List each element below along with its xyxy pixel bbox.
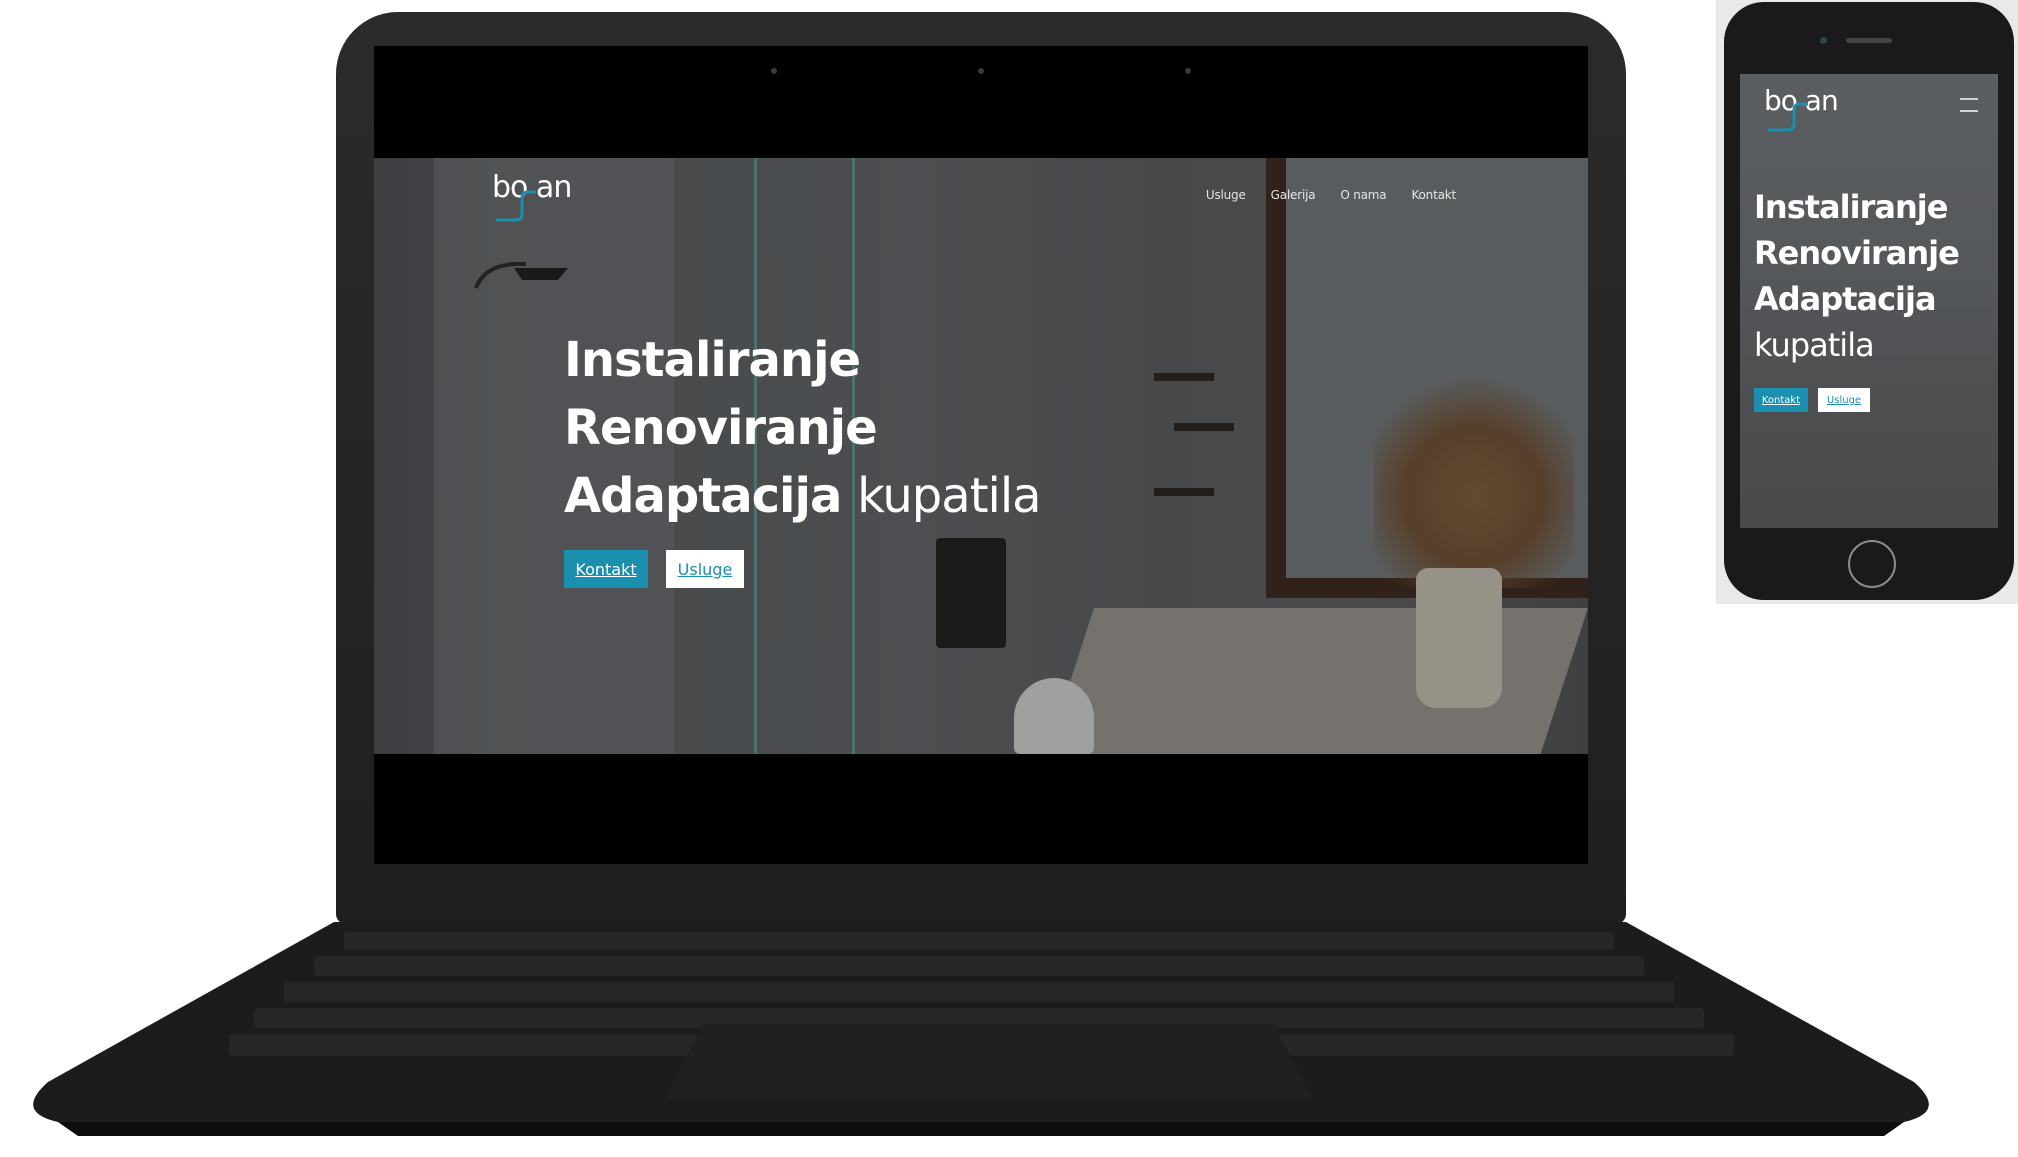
mobile-headline-line-3: Adaptacija [1754,280,1937,318]
phone-camera [1820,37,1827,44]
laptop-keyboard-base [33,922,1929,1136]
mobile-headline-line-1: Instaliranje [1754,188,1948,226]
mobile-site-logo[interactable]: bo an [1764,84,1854,134]
mobile-headline-line-2: Renoviranje [1754,234,1960,272]
mobile-headline-line-4: kupatila [1754,326,1875,364]
mobile-kontakt-button[interactable]: Kontakt [1754,388,1808,412]
kontakt-button[interactable]: Kontakt [564,550,648,588]
trackpad [664,1024,1314,1100]
nav-link-usluge[interactable]: Usluge [1206,188,1246,202]
phone-screen: bo an Instaliranje Renoviranje Adaptacij… [1740,74,1998,528]
main-nav: Usluge Galerija O nama Kontakt [1206,188,1456,202]
logo-pipe-icon [1768,102,1808,132]
headline-line-1: Instaliranje [564,332,861,388]
nav-link-galerija[interactable]: Galerija [1271,188,1316,202]
webcam [978,68,984,74]
nav-link-kontakt[interactable]: Kontakt [1411,188,1456,202]
phone-home-button [1848,540,1896,588]
sensor-dot [1185,68,1191,74]
hero-headline: Instaliranje Renoviranje Adaptacija kupa… [564,326,1042,530]
headline-line-3: Adaptacija kupatila [564,462,1042,530]
logo-pipe-icon [496,190,536,222]
headline-line-2: Renoviranje [564,400,878,456]
laptop-screen: bo an Usluge Galerija O nama Kontakt Ins… [374,46,1588,864]
headline-word-bold: Adaptacija [564,468,842,524]
nav-link-o-nama[interactable]: O nama [1340,188,1386,202]
hamburger-icon[interactable] [1960,98,1978,112]
headline-word-light: kupatila [857,468,1042,524]
usluge-button[interactable]: Usluge [666,550,744,588]
mobile-usluge-button[interactable]: Usluge [1818,388,1870,412]
phone-speaker [1846,38,1892,43]
mobile-hero-headline: Instaliranje Renoviranje Adaptacija kupa… [1754,184,1960,368]
hero-section: bo an Usluge Galerija O nama Kontakt Ins… [374,158,1588,754]
sensor-dot [771,68,777,74]
site-logo[interactable]: bo an [492,170,582,222]
mobile-hero-section: bo an Instaliranje Renoviranje Adaptacij… [1740,74,1998,528]
